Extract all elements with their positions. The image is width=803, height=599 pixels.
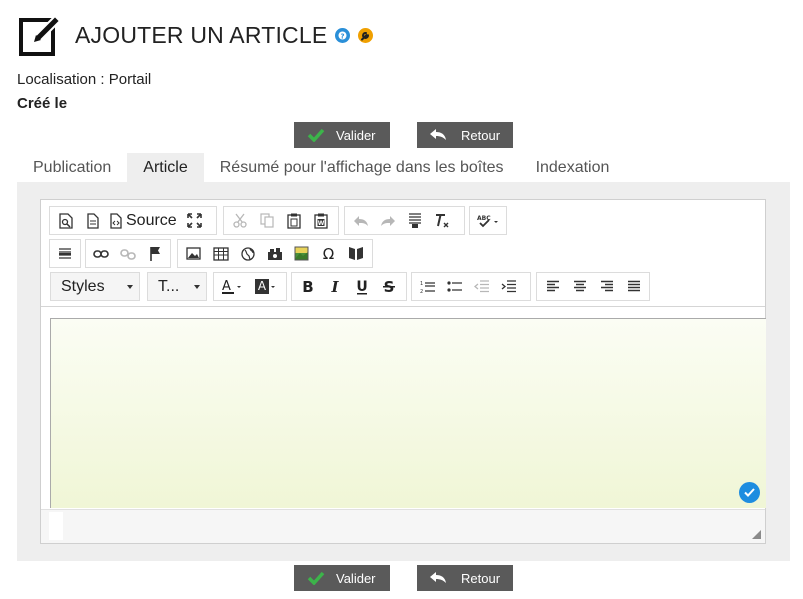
editor-content-area[interactable] [50, 318, 766, 508]
source-label: Source [126, 211, 177, 229]
new-page-icon[interactable] [79, 208, 106, 233]
align-center-icon[interactable] [566, 274, 593, 299]
cut-icon[interactable] [226, 208, 253, 233]
created-label: Créé le [17, 95, 68, 112]
undo-icon[interactable] [347, 208, 374, 233]
toolbar-group-lists: 12 [411, 272, 531, 301]
toolbar-group-undo [344, 206, 465, 235]
image-gallery-icon[interactable] [288, 241, 315, 266]
validate-button[interactable]: Valider [294, 122, 390, 148]
validate-label: Valider [336, 570, 376, 586]
chevron-down-icon [127, 284, 133, 289]
tab-indexation[interactable]: Indexation [520, 153, 626, 182]
toolbar-group-clipboard: W [223, 206, 339, 235]
element-path [49, 512, 63, 540]
editor-toolbar: Source W ABC Ω Styles T... A A B I U S 1… [41, 200, 765, 307]
svg-text:B: B [302, 279, 313, 294]
bold-icon[interactable]: B [294, 274, 321, 299]
toolbar-group-basicstyles: B I U S [291, 272, 407, 301]
svg-text:1: 1 [420, 281, 423, 287]
edit-icon [18, 12, 62, 58]
back-button-bottom[interactable]: Retour [417, 565, 513, 591]
table-icon[interactable] [207, 241, 234, 266]
back-label: Retour [461, 570, 501, 586]
svg-text:I: I [330, 279, 339, 294]
paste-word-icon[interactable]: W [307, 208, 334, 233]
redo-icon[interactable] [374, 208, 401, 233]
toolbar-group-spellcheck: ABC [469, 206, 507, 235]
styles-label: Styles [61, 277, 105, 295]
toolbar-group-insert: Ω [177, 239, 373, 268]
resize-handle-icon[interactable] [752, 530, 761, 539]
indent-icon[interactable] [495, 274, 522, 299]
wrench-icon[interactable] [358, 27, 374, 43]
grammar-check-icon[interactable] [739, 482, 760, 503]
check-icon [306, 570, 326, 586]
tab-article[interactable]: Article [127, 153, 204, 182]
page-title: AJOUTER UN ARTICLE [75, 21, 328, 48]
anchor-flag-icon[interactable] [141, 241, 168, 266]
svg-text:Ω: Ω [323, 246, 334, 261]
toolbar-group-hr [49, 239, 81, 268]
source-icon [110, 212, 122, 229]
localisation-text: Localisation : Portail [17, 71, 152, 88]
spellcheck-icon[interactable]: ABC [472, 208, 504, 233]
globe-icon[interactable] [234, 241, 261, 266]
media-embed-icon[interactable] [261, 241, 288, 266]
toolbar-group-colors: A A [213, 272, 287, 301]
text-color-icon[interactable]: A [216, 274, 250, 299]
svg-text:U: U [356, 279, 367, 295]
underline-icon[interactable]: U [348, 274, 375, 299]
align-left-icon[interactable] [539, 274, 566, 299]
back-label: Retour [461, 127, 501, 143]
reply-arrow-icon [428, 127, 448, 143]
link-icon[interactable] [88, 241, 115, 266]
toolbar-group-links [85, 239, 171, 268]
copy-icon[interactable] [253, 208, 280, 233]
find-replace-icon[interactable] [401, 208, 428, 233]
bullet-list-icon[interactable] [441, 274, 468, 299]
toolbar-group-align [536, 272, 650, 301]
validate-button-bottom[interactable]: Valider [294, 565, 390, 591]
paste-icon[interactable] [280, 208, 307, 233]
svg-text:2: 2 [420, 289, 423, 294]
svg-text:A: A [222, 279, 231, 294]
special-char-icon[interactable]: Ω [315, 241, 342, 266]
styles-dropdown[interactable]: Styles [50, 272, 140, 301]
source-button[interactable]: Source [106, 208, 181, 233]
font-dropdown[interactable]: T... [147, 272, 207, 301]
italic-icon[interactable]: I [321, 274, 348, 299]
svg-text:A: A [258, 279, 267, 293]
preview-icon[interactable] [52, 208, 79, 233]
font-label: T... [158, 277, 180, 295]
toolbar-group-document: Source [49, 206, 217, 235]
help-icon[interactable]: ? [335, 27, 351, 43]
outdent-icon[interactable] [468, 274, 495, 299]
editor-status-bar [41, 509, 765, 543]
horizontal-rule-icon[interactable] [52, 241, 78, 266]
numbered-list-icon[interactable]: 12 [414, 274, 441, 299]
image-icon[interactable] [180, 241, 207, 266]
tab-resume[interactable]: Résumé pour l'affichage dans les boîtes [204, 153, 520, 182]
maximize-icon[interactable] [181, 208, 208, 233]
tab-publication[interactable]: Publication [17, 153, 127, 182]
page-header: AJOUTER UN ARTICLE ? [18, 10, 374, 60]
unlink-icon[interactable] [115, 241, 142, 266]
justify-icon[interactable] [620, 274, 647, 299]
background-color-icon[interactable]: A [250, 274, 284, 299]
page-break-icon[interactable] [342, 241, 369, 266]
svg-text:?: ? [341, 32, 345, 40]
align-right-icon[interactable] [593, 274, 620, 299]
chevron-down-icon [194, 284, 200, 289]
remove-format-icon[interactable] [428, 208, 455, 233]
reply-arrow-icon [428, 570, 448, 586]
check-icon [306, 127, 326, 143]
validate-label: Valider [336, 127, 376, 143]
strikethrough-icon[interactable]: S [375, 274, 402, 299]
back-button[interactable]: Retour [417, 122, 513, 148]
svg-text:W: W [317, 220, 324, 227]
rich-text-editor: Source W ABC Ω Styles T... A A B I U S 1… [40, 199, 766, 544]
tab-bar: Publication Article Résumé pour l'affich… [17, 153, 625, 182]
